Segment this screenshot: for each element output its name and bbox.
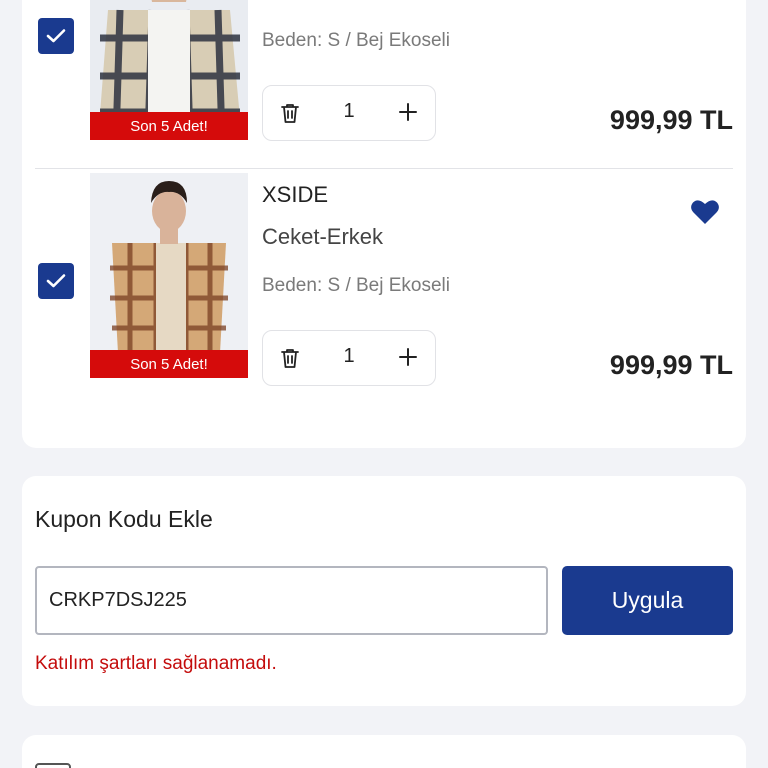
item-brand: XSIDE bbox=[262, 182, 329, 207]
item-variant: Beden: S / Bej Ekoseli bbox=[262, 275, 450, 296]
stock-badge: Son 5 Adet! bbox=[90, 112, 248, 140]
summary-card bbox=[22, 735, 746, 768]
item-select-checkbox[interactable] bbox=[38, 18, 74, 54]
cart-item: Son 5 Adet! XSIDE Ceket-Erkek Beden: S /… bbox=[22, 168, 746, 424]
coupon-card: Kupon Kodu Ekle Uygula Katılım şartları … bbox=[22, 476, 746, 706]
product-photo bbox=[90, 173, 248, 378]
agreement-checkbox[interactable] bbox=[35, 763, 71, 768]
product-image[interactable]: Son 5 Adet! bbox=[90, 0, 248, 140]
check-icon bbox=[46, 274, 66, 288]
item-variant: Beden: S / Bej Ekoseli bbox=[262, 30, 450, 51]
quantity-value: 1 bbox=[343, 100, 355, 122]
apply-coupon-button[interactable]: Uygula bbox=[562, 566, 733, 635]
quantity-value: 1 bbox=[343, 345, 355, 367]
quantity-stepper: 1 bbox=[262, 85, 436, 141]
coupon-error-message: Katılım şartları sağlanamadı. bbox=[35, 653, 277, 674]
product-image[interactable]: Son 5 Adet! bbox=[90, 173, 248, 378]
item-select-checkbox[interactable] bbox=[38, 263, 74, 299]
trash-icon[interactable] bbox=[279, 347, 301, 369]
coupon-title: Kupon Kodu Ekle bbox=[35, 506, 213, 532]
heart-icon[interactable] bbox=[690, 198, 720, 226]
cart-card: Son 5 Adet! Beden: S / Bej Ekoseli 1 999… bbox=[22, 0, 746, 448]
item-price: 999,99 TL bbox=[609, 105, 733, 135]
item-name: Ceket-Erkek bbox=[262, 224, 384, 249]
trash-icon[interactable] bbox=[279, 102, 301, 124]
coupon-input[interactable] bbox=[35, 566, 548, 635]
plus-icon[interactable] bbox=[397, 346, 419, 368]
item-price: 999,99 TL bbox=[609, 350, 733, 380]
stock-badge: Son 5 Adet! bbox=[90, 350, 248, 378]
check-icon bbox=[46, 29, 66, 43]
plus-icon[interactable] bbox=[397, 101, 419, 123]
quantity-stepper: 1 bbox=[262, 330, 436, 386]
